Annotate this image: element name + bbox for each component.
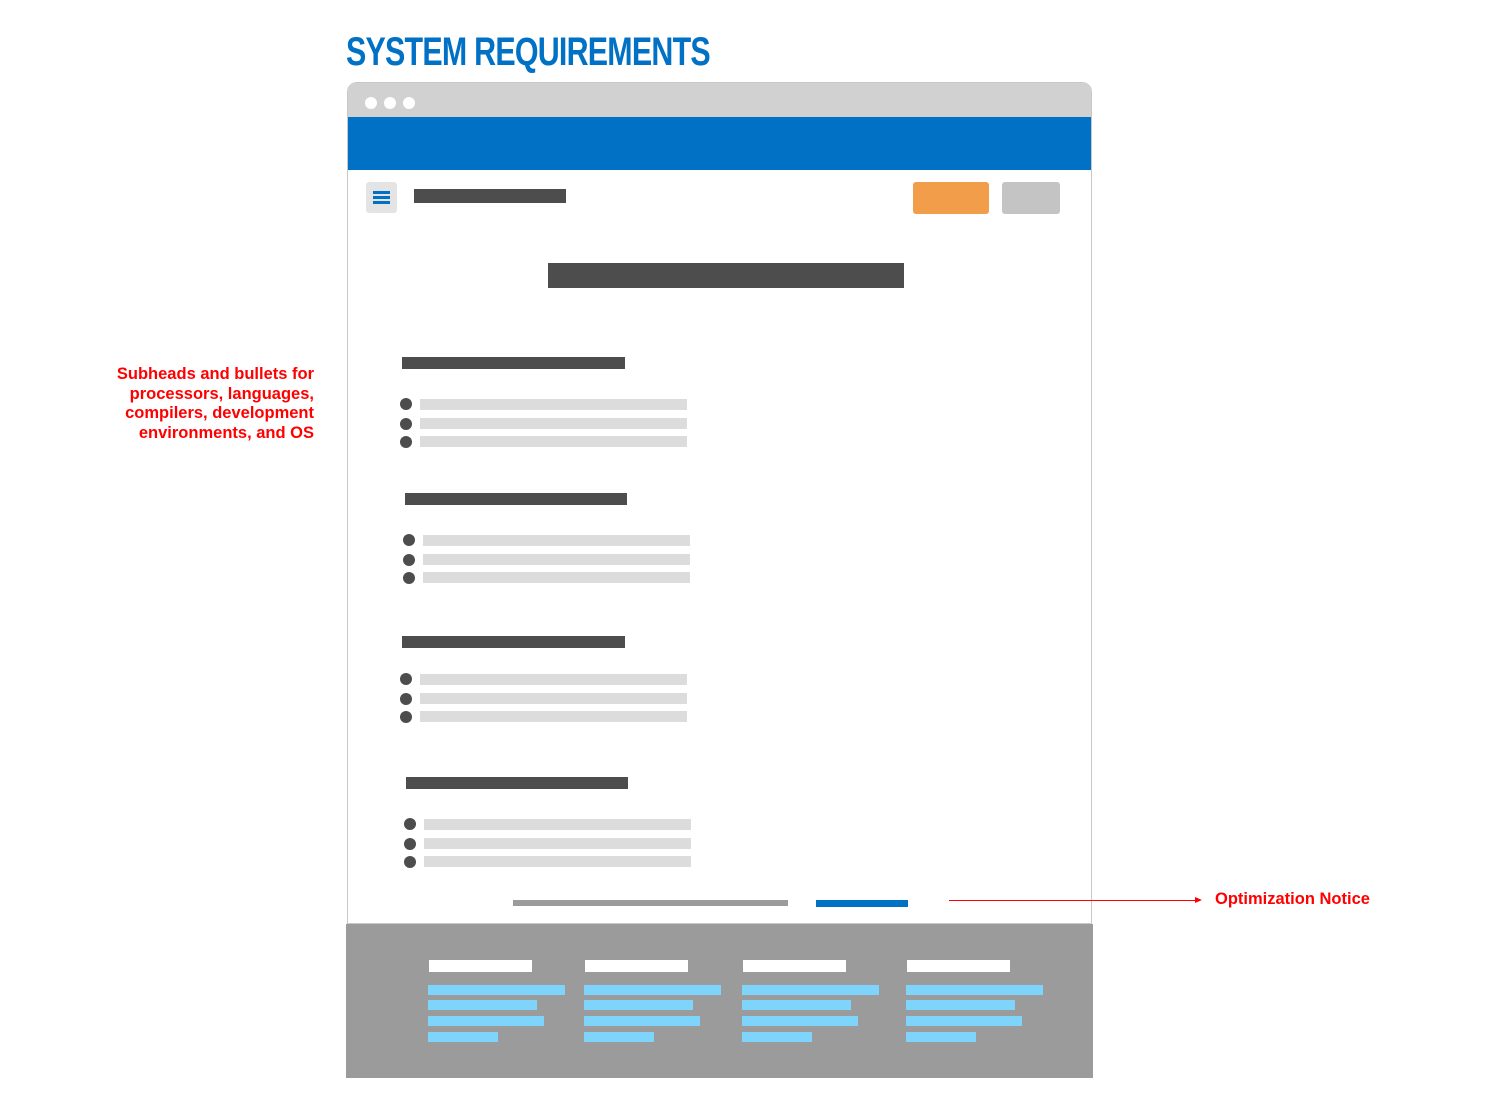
footer-link-placeholder[interactable]: [906, 1016, 1022, 1026]
bullet-text-placeholder: [420, 711, 687, 722]
browser-window-mockup: [347, 82, 1092, 924]
browser-title-bar: [348, 83, 1091, 117]
footer-link-placeholder[interactable]: [428, 1016, 544, 1026]
bullet-text-placeholder: [420, 418, 687, 429]
bullet-dot: [400, 436, 412, 448]
bullet-text-placeholder: [420, 399, 687, 410]
bullet-dot: [403, 554, 415, 566]
subhead-placeholder: [402, 357, 625, 369]
page-title: SYSTEM REQUIREMENTS: [346, 30, 711, 74]
window-control-dot: [403, 97, 415, 109]
bullet-dot: [404, 856, 416, 868]
footer-link-placeholder[interactable]: [742, 985, 879, 995]
footer-link-placeholder[interactable]: [906, 1032, 976, 1042]
footer-link-placeholder[interactable]: [906, 1000, 1015, 1010]
bullet-text-placeholder: [424, 819, 691, 830]
bullet-dot: [403, 534, 415, 546]
page-heading-placeholder: [548, 263, 904, 288]
subhead-placeholder: [402, 636, 625, 648]
bullet-dot: [404, 818, 416, 830]
bullet-dot: [400, 398, 412, 410]
footer-heading-placeholder: [743, 960, 846, 972]
footer-link-placeholder[interactable]: [428, 985, 565, 995]
bullet-text-placeholder: [424, 856, 691, 867]
footer-link-placeholder[interactable]: [742, 1000, 851, 1010]
footer-link-placeholder[interactable]: [742, 1016, 858, 1026]
site-footer: [346, 924, 1093, 1078]
footer-link-placeholder[interactable]: [584, 1000, 693, 1010]
footer-link-placeholder[interactable]: [428, 1000, 537, 1010]
footer-link-placeholder[interactable]: [906, 985, 1043, 995]
bullet-text-placeholder: [423, 572, 690, 583]
arrow-right-icon: [1195, 897, 1202, 903]
footer-link-placeholder[interactable]: [742, 1032, 812, 1042]
product-name-placeholder: [414, 189, 566, 203]
footer-link-placeholder[interactable]: [584, 1016, 700, 1026]
footer-link-placeholder[interactable]: [428, 1032, 498, 1042]
bullet-text-placeholder: [420, 436, 687, 447]
bullet-text-placeholder: [424, 838, 691, 849]
primary-cta-button[interactable]: [913, 182, 989, 214]
footer-link-placeholder[interactable]: [584, 1032, 654, 1042]
footer-link-placeholder[interactable]: [584, 985, 721, 995]
window-control-dot: [365, 97, 377, 109]
hamburger-menu-icon[interactable]: [366, 182, 397, 213]
bullet-dot: [400, 418, 412, 430]
footer-heading-placeholder: [907, 960, 1010, 972]
bullet-dot: [400, 693, 412, 705]
bullet-dot: [404, 838, 416, 850]
secondary-cta-button[interactable]: [1002, 182, 1060, 214]
bullet-dot: [400, 673, 412, 685]
annotation-optimization-notice: Optimization Notice: [1215, 890, 1370, 908]
bullet-text-placeholder: [420, 693, 687, 704]
optimization-notice-link[interactable]: [816, 900, 908, 907]
notice-text-placeholder: [513, 900, 788, 906]
subhead-placeholder: [405, 493, 627, 505]
subhead-placeholder: [406, 777, 628, 789]
bullet-text-placeholder: [423, 535, 690, 546]
brand-header-bar: [348, 117, 1091, 170]
annotation-subheads-bullets: Subheads and bullets for processors, lan…: [116, 365, 314, 443]
footer-heading-placeholder: [429, 960, 532, 972]
bullet-text-placeholder: [420, 674, 687, 685]
bullet-text-placeholder: [423, 554, 690, 565]
bullet-dot: [403, 572, 415, 584]
annotation-arrow-line: [949, 900, 1195, 901]
bullet-dot: [400, 711, 412, 723]
window-control-dot: [384, 97, 396, 109]
footer-heading-placeholder: [585, 960, 688, 972]
